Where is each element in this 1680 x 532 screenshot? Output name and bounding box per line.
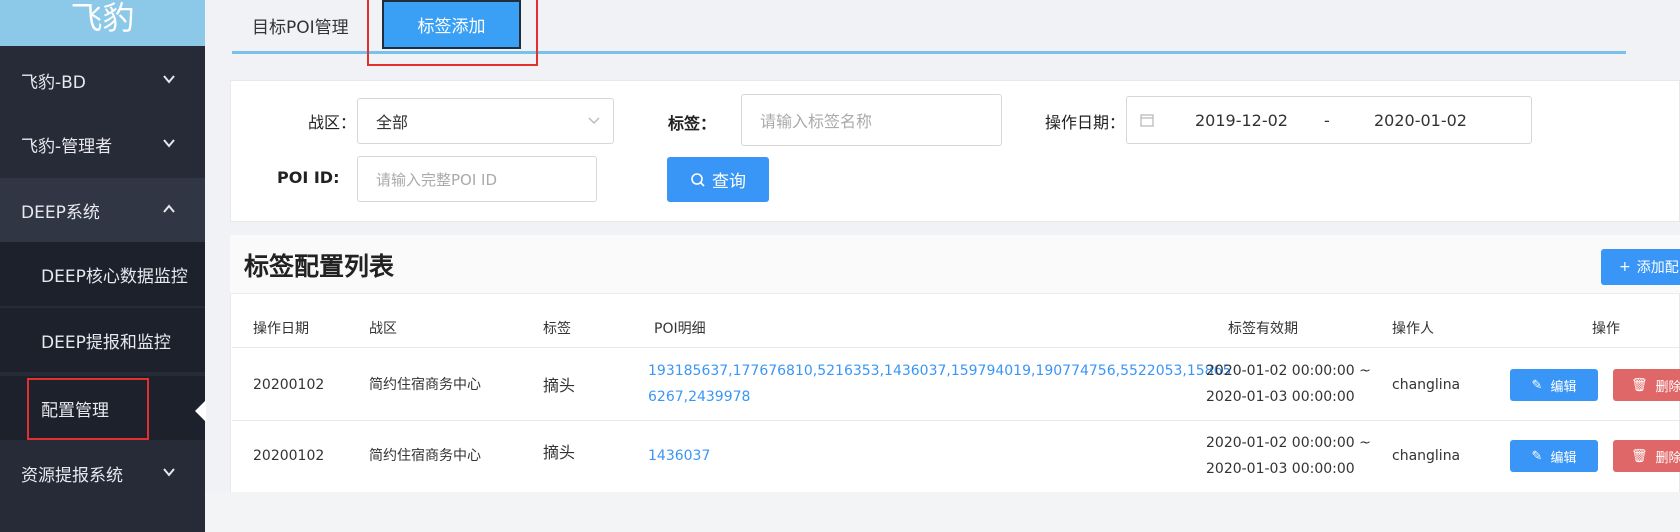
logo-text: 飞豹: [70, 0, 135, 37]
query-button-label: 查询: [712, 172, 746, 192]
delete-button-label: 删除: [1655, 450, 1680, 466]
chevron-down-icon: [163, 75, 175, 84]
plus-icon: +: [1619, 259, 1631, 275]
edit-button-label: 编辑: [1550, 379, 1577, 395]
edit-button-label: 编辑: [1550, 450, 1577, 466]
row-separator: [232, 420, 1680, 421]
row-separator: [232, 347, 1680, 348]
trash-icon: 🗑: [1631, 448, 1648, 464]
poi-id-input[interactable]: 请输入完整POI ID: [357, 156, 597, 202]
date-start[interactable]: 2019-12-02: [1195, 111, 1288, 130]
edit-button[interactable]: ✎ 编辑: [1510, 440, 1598, 472]
cell-valid-from: 2020-01-02 00:00:00 ~: [1206, 435, 1371, 451]
zone-select-value: 全部: [376, 113, 409, 132]
search-icon: [691, 172, 705, 187]
active-menu-pointer: [195, 400, 206, 422]
column-header: 标签有效期: [1228, 321, 1298, 337]
poi-id-label: POI ID:: [277, 168, 340, 187]
calendar-icon: [1140, 114, 1154, 127]
cell-zone: 简约住宿商务中心: [369, 448, 481, 464]
cell-date: 20200102: [253, 377, 325, 393]
column-header: 操作: [1592, 321, 1620, 337]
list-title: 标签配置列表: [244, 252, 395, 281]
sidebar-item-label: DEEP提报和监控: [41, 332, 171, 353]
tab-poi-management[interactable]: 目标POI管理: [252, 12, 349, 38]
sidebar-item-deep-report-monitor[interactable]: DEEP提报和监控: [0, 308, 205, 372]
sidebar-item-resource-report[interactable]: 资源提报系统: [0, 441, 205, 505]
logo: 飞豹: [0, 0, 205, 46]
pencil-icon: ✎: [1531, 377, 1543, 393]
tag-name-placeholder: 请输入标签名称: [760, 112, 873, 131]
zone-select[interactable]: 全部: [357, 98, 614, 144]
sidebar-item-label: 资源提报系统: [21, 465, 123, 486]
add-config-button[interactable]: + 添加配: [1601, 249, 1680, 285]
sidebar-item-deep-core-monitor[interactable]: DEEP核心数据监控: [0, 242, 205, 306]
cell-operator: changlina: [1392, 448, 1461, 464]
column-header: 操作人: [1392, 321, 1434, 337]
cell-tag: 摘头: [543, 376, 576, 395]
zone-label: 战区：: [308, 113, 357, 132]
date-separator: -: [1324, 110, 1330, 130]
pencil-icon: ✎: [1531, 448, 1543, 464]
sidebar-item-feibao-bd[interactable]: 飞豹-BD: [0, 48, 205, 112]
highlight-box-tag-add: [367, 0, 538, 66]
sidebar-item-feibao-manager[interactable]: 飞豹-管理者: [0, 112, 205, 176]
sidebar-item-label: 飞豹-BD: [21, 72, 86, 93]
sidebar-item-label: DEEP系统: [21, 202, 100, 223]
list-header-bar: [230, 235, 1680, 294]
cell-poi-detail[interactable]: 193185637,177676810,5216353,1436037,1597…: [648, 359, 1231, 384]
date-range-picker[interactable]: 2019-12-02 - 2020-01-02: [1126, 96, 1532, 144]
sidebar-item-label: DEEP核心数据监控: [41, 266, 188, 287]
delete-button-label: 删除: [1655, 379, 1680, 395]
cell-valid-to: 2020-01-03 00:00:00: [1206, 389, 1355, 405]
cell-zone: 简约住宿商务中心: [369, 377, 481, 393]
cell-poi-detail[interactable]: 1436037: [648, 444, 710, 469]
cell-valid-to: 2020-01-03 00:00:00: [1206, 461, 1355, 477]
cell-poi-detail-cont[interactable]: 6267,2439978: [648, 385, 750, 410]
date-label: 操作日期：: [1045, 113, 1126, 132]
delete-button[interactable]: 🗑 删除: [1613, 440, 1680, 472]
cell-date: 20200102: [253, 448, 325, 464]
cell-valid-from: 2020-01-02 00:00:00 ~: [1206, 363, 1371, 379]
column-header: 操作日期: [253, 321, 309, 337]
tag-label: 标签：: [668, 114, 717, 133]
cell-tag: 摘头: [543, 443, 576, 462]
column-header: POI明细: [654, 321, 706, 337]
page-bottom-strip: [205, 492, 1680, 532]
date-end[interactable]: 2020-01-02: [1374, 111, 1467, 130]
edit-button[interactable]: ✎ 编辑: [1510, 369, 1598, 401]
tag-name-input[interactable]: 请输入标签名称: [741, 94, 1002, 146]
query-button[interactable]: 查询: [667, 157, 769, 202]
poi-id-placeholder: 请输入完整POI ID: [376, 170, 498, 189]
add-config-button-label: 添加配: [1636, 260, 1679, 276]
chevron-down-icon: [588, 117, 600, 125]
column-header: 标签: [543, 321, 571, 337]
trash-icon: 🗑: [1631, 377, 1648, 393]
column-header: 战区: [369, 321, 397, 337]
chevron-down-icon: [163, 139, 175, 148]
highlight-box-config: [27, 378, 149, 440]
sidebar-item-label: 飞豹-管理者: [21, 136, 113, 157]
sidebar-item-deep-system[interactable]: DEEP系统: [0, 178, 205, 242]
cell-operator: changlina: [1392, 377, 1461, 393]
chevron-down-icon: [163, 468, 175, 477]
sidebar: 飞豹 飞豹-BD 飞豹-管理者 DEEP系统 DEEP核心数据监控 DEEP提报…: [0, 0, 205, 532]
delete-button[interactable]: 🗑 删除: [1613, 369, 1680, 401]
chevron-up-icon: [163, 204, 175, 213]
